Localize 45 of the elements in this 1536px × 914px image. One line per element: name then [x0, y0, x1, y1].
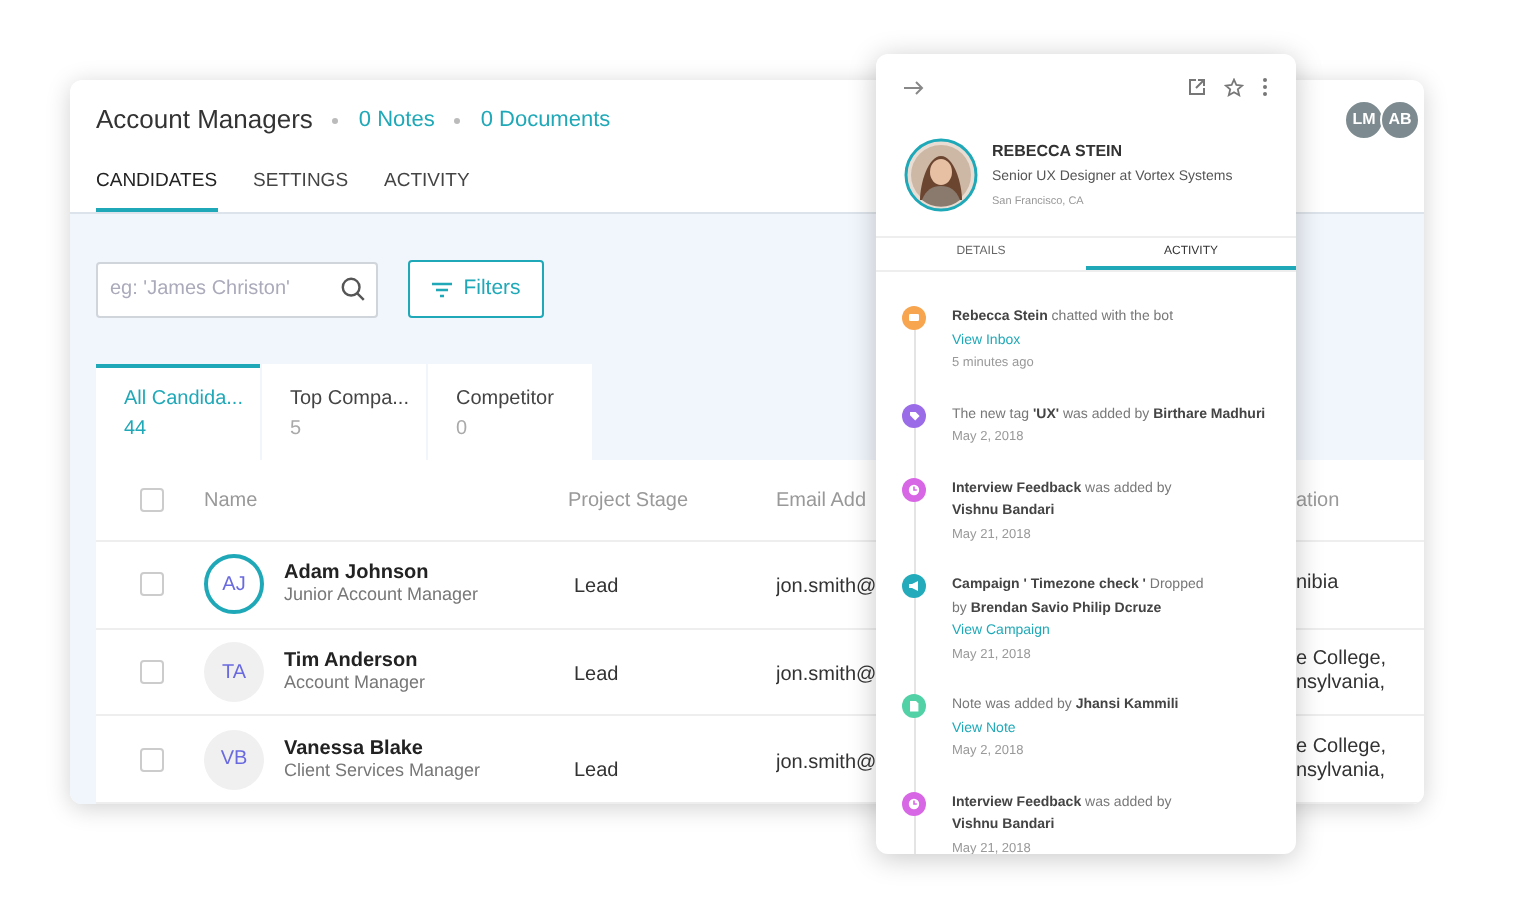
arrow-right-icon[interactable]: [904, 79, 924, 95]
tab[interactable]: SETTINGS: [253, 160, 349, 212]
table-cell-text: nibia: [1296, 572, 1341, 597]
table-cell: Lead: [574, 576, 619, 599]
segment-tab[interactable]: Competitor 0: [428, 364, 592, 460]
segment-tab[interactable]: All Candida... 44: [96, 364, 260, 460]
initials-avatar[interactable]: VB: [204, 729, 264, 790]
tab[interactable]: ACTIVITY: [384, 160, 470, 212]
external-link-icon[interactable]: [1188, 78, 1206, 96]
search-icon[interactable]: [340, 275, 366, 301]
column-header[interactable]: Email Add: [776, 485, 876, 515]
table-cell: Lead: [574, 664, 619, 686]
more-icon[interactable]: [1262, 78, 1268, 96]
table-cell: jon.smith@: [776, 751, 876, 774]
segment-tab[interactable]: Top Compa... 5: [262, 364, 426, 460]
user-avatar[interactable]: AB: [1380, 100, 1420, 140]
job-title: Account Manager: [284, 672, 426, 694]
filters-button[interactable]: Filters: [408, 260, 544, 318]
job-title: Junior Account Manager: [284, 584, 479, 607]
initials-avatar[interactable]: AJ: [204, 554, 264, 615]
page-title: Account Managers: [96, 102, 313, 139]
person-name[interactable]: Tim Anderson: [284, 650, 426, 672]
initials-avatar[interactable]: TA: [204, 642, 264, 702]
column-header[interactable]: Name: [180, 485, 544, 515]
table-cell-text: e College, nsylvania,: [1296, 648, 1389, 696]
row-checkbox[interactable]: [140, 572, 164, 597]
star-icon[interactable]: [1224, 77, 1244, 97]
column-header[interactable]: Project Stage: [544, 485, 776, 515]
row-checkbox[interactable]: [140, 660, 164, 684]
job-title: Client Services Manager: [284, 759, 481, 782]
table-cell: jon.smith@: [776, 664, 876, 686]
row-checkbox[interactable]: [140, 747, 164, 772]
filter-icon: [431, 281, 452, 297]
person-name[interactable]: Adam Johnson: [284, 562, 479, 585]
header-link[interactable]: 0 Documents: [480, 103, 611, 137]
person-name[interactable]: Vanessa Blake: [284, 737, 481, 760]
select-all-checkbox[interactable]: [140, 488, 164, 512]
search-field[interactable]: eg: 'James Christon': [96, 261, 378, 317]
column-header[interactable]: ation: [1296, 485, 1424, 515]
table-cell-text: e College, nsylvania,: [1296, 735, 1389, 784]
header-link[interactable]: 0 Notes: [358, 103, 435, 137]
profile-name: REBECCA STEIN: [992, 140, 1125, 165]
table-cell: jon.smith@: [776, 576, 876, 599]
user-avatar[interactable]: LM: [1344, 100, 1384, 140]
table-cell: Lead: [574, 759, 619, 782]
